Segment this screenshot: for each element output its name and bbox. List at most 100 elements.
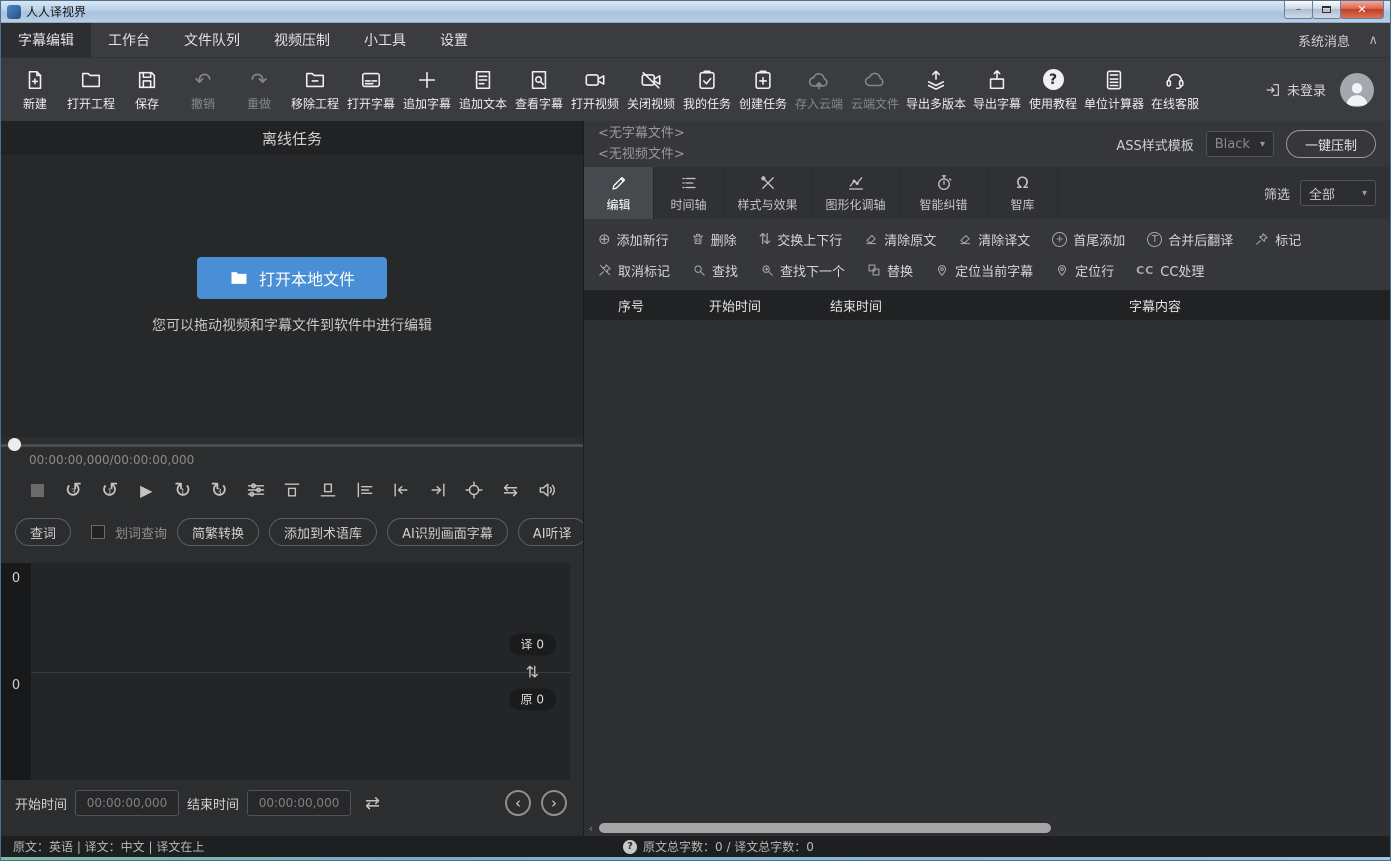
- locate-row-button[interactable]: 定位行: [1055, 261, 1114, 280]
- swap-source-target-icon[interactable]: ⇅: [526, 662, 539, 681]
- tab-style-effects[interactable]: 样式与效果: [724, 167, 812, 219]
- ai-transcribe-button[interactable]: AI听译: [518, 518, 583, 546]
- mark-row-button[interactable]: 标记: [1255, 230, 1301, 249]
- seek-forward-3-icon[interactable]: ↻3: [207, 478, 231, 502]
- maximize-button[interactable]: [1312, 1, 1341, 19]
- cc-process-button[interactable]: CCCC处理: [1136, 261, 1204, 280]
- scroll-left-arrow-icon[interactable]: ‹: [584, 822, 598, 835]
- replace-button[interactable]: 替换: [867, 261, 913, 280]
- toolbar-button-unit-calculator[interactable]: 单位计算器: [1081, 68, 1147, 112]
- swap-direction-icon[interactable]: ⇆: [498, 478, 522, 502]
- subtitle-table-body[interactable]: [584, 320, 1390, 820]
- toolbar-label: 保存: [135, 95, 159, 112]
- seek-back-1-icon[interactable]: ↺1: [98, 478, 122, 502]
- toolbar-button-append-text[interactable]: 追加文本: [455, 68, 511, 112]
- toolbar-button-append-subtitle[interactable]: 追加字幕: [399, 68, 455, 112]
- tab-edit[interactable]: 编辑: [584, 167, 654, 219]
- unmark-row-button[interactable]: 取消标记: [598, 261, 670, 280]
- seek-handle[interactable]: [8, 438, 21, 451]
- toolbar-button-save[interactable]: 保存: [119, 68, 175, 112]
- filter-select[interactable]: 全部 ▾: [1300, 180, 1376, 206]
- toolbar-button-cloud-files[interactable]: 云端文件: [847, 68, 903, 112]
- seek-forward-1-icon[interactable]: ↻1: [171, 478, 195, 502]
- delete-row-button[interactable]: 删除: [691, 230, 737, 249]
- toolbar-button-close-video[interactable]: 关闭视频: [623, 68, 679, 112]
- menu-tab-video-encode[interactable]: 视频压制: [257, 23, 347, 57]
- align-bottom-icon[interactable]: [316, 478, 340, 502]
- tab-knowledge-base[interactable]: Ω 智库: [988, 167, 1058, 219]
- play-icon[interactable]: ▶: [134, 478, 158, 502]
- toolbar-button-export-subtitle[interactable]: 导出字幕: [969, 68, 1025, 112]
- align-top-icon[interactable]: [280, 478, 304, 502]
- find-next-button[interactable]: 查找下一个: [760, 261, 845, 280]
- waveform-adjust-icon[interactable]: [244, 478, 268, 502]
- map-pin-icon: [935, 263, 949, 277]
- menu-tab-subtitle-edit[interactable]: 字幕编辑: [1, 23, 91, 57]
- swap-rows-button[interactable]: ⇅交换上下行: [759, 230, 843, 249]
- toolbar-button-remove-project[interactable]: 移除工程: [287, 68, 343, 112]
- locate-current-subtitle-button[interactable]: 定位当前字幕: [935, 261, 1033, 280]
- menu-tab-settings[interactable]: 设置: [423, 23, 485, 57]
- open-local-file-button[interactable]: 打开本地文件: [197, 257, 387, 299]
- toolbar-button-export-multi[interactable]: 导出多版本: [903, 68, 969, 112]
- prev-subtitle-button[interactable]: ‹: [505, 790, 531, 816]
- lookup-word-button[interactable]: 查词: [15, 518, 71, 546]
- toolbar-button-tutorial[interactable]: ? 使用教程: [1025, 68, 1081, 112]
- toolbar-button-open-subtitle[interactable]: 打开字幕: [343, 68, 399, 112]
- tab-smart-correction[interactable]: 智能纠错: [900, 167, 988, 219]
- merge-translate-button[interactable]: T合并后翻译: [1147, 230, 1233, 249]
- loop-play-icon[interactable]: ⇄: [365, 793, 380, 814]
- horizontal-scrollbar[interactable]: ‹: [584, 820, 1390, 836]
- subtitle-text-editor[interactable]: 0 0 译 0 ⇅ 原 0: [1, 563, 570, 780]
- toolbar-button-create-task[interactable]: 创建任务: [735, 68, 791, 112]
- start-time-input[interactable]: 00:00:00,000: [75, 790, 179, 816]
- toolbar-button-open-video[interactable]: 打开视频: [567, 68, 623, 112]
- stop-icon[interactable]: [25, 478, 49, 502]
- jump-end-icon[interactable]: [426, 478, 450, 502]
- clear-target-button[interactable]: 清除译文: [958, 230, 1030, 249]
- inline-lookup-checkbox[interactable]: [91, 525, 105, 539]
- seek-back-3-icon[interactable]: ↺3: [61, 478, 85, 502]
- minimize-button[interactable]: –: [1284, 1, 1313, 19]
- toolbar-button-online-support[interactable]: 在线客服: [1147, 68, 1203, 112]
- toolbar-button-my-tasks[interactable]: 我的任务: [679, 68, 735, 112]
- toolbar-button-view-subtitle[interactable]: 查看字幕: [511, 68, 567, 112]
- export-subtitle-icon: [986, 68, 1008, 92]
- collapse-chevron-icon[interactable]: ∧: [1368, 23, 1378, 57]
- help-circle-icon[interactable]: ?: [623, 840, 637, 854]
- menu-tab-file-queue[interactable]: 文件队列: [167, 23, 257, 57]
- video-dropzone[interactable]: 打开本地文件 您可以拖动视频和字幕文件到软件中进行编辑: [1, 155, 583, 437]
- ai-ocr-subtitle-button[interactable]: AI识别画面字幕: [387, 518, 508, 546]
- one-click-encode-button[interactable]: 一键压制: [1286, 130, 1376, 158]
- toolbar-button-new[interactable]: 新建: [7, 68, 63, 112]
- add-to-termbase-button[interactable]: 添加到术语库: [269, 518, 377, 546]
- avatar[interactable]: [1340, 73, 1374, 107]
- volume-icon[interactable]: [535, 478, 559, 502]
- tab-timeline[interactable]: 时间轴: [654, 167, 724, 219]
- simplified-traditional-button[interactable]: 简繁转换: [177, 518, 259, 546]
- seek-bar[interactable]: [1, 437, 583, 453]
- end-time-label: 结束时间: [187, 794, 239, 813]
- find-button[interactable]: 查找: [692, 261, 738, 280]
- toolbar-button-save-to-cloud[interactable]: 存入云端: [791, 68, 847, 112]
- toolbar-button-redo[interactable]: ↷ 重做: [231, 68, 287, 112]
- locate-crosshair-icon[interactable]: [462, 478, 486, 502]
- add-row-button[interactable]: ⊕添加新行: [598, 230, 669, 249]
- end-time-input[interactable]: 00:00:00,000: [247, 790, 351, 816]
- scrollbar-thumb[interactable]: [599, 823, 1051, 833]
- toolbar-label: 追加字幕: [403, 95, 451, 112]
- menu-tab-workbench[interactable]: 工作台: [91, 23, 167, 57]
- tab-graphical-timing[interactable]: 图形化调轴: [812, 167, 900, 219]
- toolbar-button-undo[interactable]: ↶ 撤销: [175, 68, 231, 112]
- seek-track[interactable]: [1, 444, 583, 447]
- menu-tab-tools[interactable]: 小工具: [347, 23, 423, 57]
- jump-start-icon[interactable]: [389, 478, 413, 502]
- ass-template-select[interactable]: Black ▾: [1206, 131, 1274, 157]
- next-subtitle-button[interactable]: ›: [541, 790, 567, 816]
- clear-source-button[interactable]: 清除原文: [864, 230, 936, 249]
- toolbar-button-open-project[interactable]: 打开工程: [63, 68, 119, 112]
- close-button[interactable]: ✕: [1340, 1, 1384, 19]
- head-tail-add-button[interactable]: +首尾添加: [1052, 230, 1125, 249]
- login-area[interactable]: 未登录: [1265, 80, 1326, 99]
- align-left-icon[interactable]: [353, 478, 377, 502]
